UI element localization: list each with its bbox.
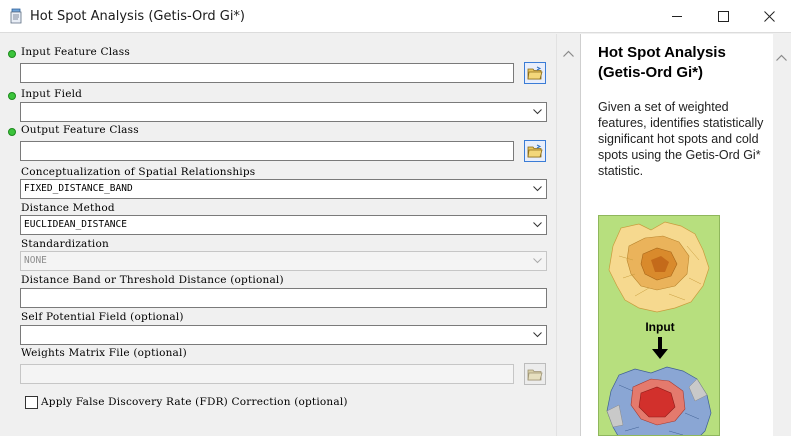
chevron-up-icon [563, 50, 574, 57]
standardization-value: NONE [24, 255, 47, 266]
minimize-button[interactable] [654, 0, 700, 33]
conceptualization-dropdown[interactable]: FIXED_DISTANCE_BAND [20, 179, 547, 199]
distance-method-dropdown[interactable]: EUCLIDEAN_DISTANCE [20, 215, 547, 235]
input-feature-class-field[interactable] [20, 63, 514, 83]
minimize-icon [671, 16, 682, 17]
open-folder-icon [527, 144, 543, 158]
distance-band-field[interactable] [20, 288, 547, 308]
output-map-image [606, 366, 712, 435]
close-button[interactable] [746, 0, 791, 33]
chevron-down-icon [533, 332, 542, 338]
open-folder-icon [527, 66, 543, 80]
chevron-up-icon [776, 54, 787, 61]
distance-method-value: EUCLIDEAN_DISTANCE [24, 219, 127, 230]
help-title: Hot Spot Analysis (Getis-Ord Gi*) [598, 44, 726, 81]
help-panel: Hot Spot Analysis (Getis-Ord Gi*) Given … [580, 34, 773, 436]
open-folder-icon [527, 369, 543, 381]
title-bar: Hot Spot Analysis (Getis-Ord Gi*) [0, 0, 791, 33]
input-map-image [608, 221, 710, 313]
window-title: Hot Spot Analysis (Getis-Ord Gi*) [30, 9, 246, 24]
parameters-panel: Input Feature Class Input Field Output F… [0, 34, 556, 436]
fdr-checkbox[interactable] [25, 396, 38, 409]
self-potential-label: Self Potential Field (optional) [21, 311, 184, 323]
parameters-scrollbar[interactable] [556, 34, 579, 436]
chevron-down-icon [533, 186, 542, 192]
output-feature-class-field[interactable] [20, 141, 514, 161]
close-icon [763, 11, 775, 22]
required-indicator [8, 50, 16, 58]
arrow-down-icon [652, 337, 668, 359]
required-indicator [8, 92, 16, 100]
distance-band-label: Distance Band or Threshold Distance (opt… [21, 274, 284, 286]
standardization-dropdown: NONE [20, 251, 547, 271]
self-potential-dropdown[interactable] [20, 325, 547, 345]
maximize-button[interactable] [700, 0, 746, 33]
chevron-down-icon [533, 258, 542, 264]
help-scrollbar[interactable] [773, 34, 791, 436]
input-field-dropdown[interactable] [20, 102, 547, 122]
maximize-icon [717, 11, 729, 22]
output-feature-class-label: Output Feature Class [21, 124, 139, 136]
conceptualization-label: Conceptualization of Spatial Relationshi… [21, 166, 256, 178]
help-description: Given a set of weighted features, identi… [598, 100, 764, 178]
input-feature-class-browse-button[interactable] [524, 62, 546, 84]
required-indicator [8, 128, 16, 136]
hot-spot-illustration: Input [598, 215, 720, 436]
weights-matrix-field [20, 364, 514, 384]
output-feature-class-browse-button[interactable] [524, 140, 546, 162]
input-field-label: Input Field [21, 88, 83, 100]
illustration-label: Input [645, 320, 675, 334]
standardization-label: Standardization [21, 238, 109, 250]
weights-matrix-browse-button [524, 363, 546, 385]
script-tool-icon [10, 8, 22, 24]
weights-matrix-label: Weights Matrix File (optional) [21, 347, 187, 359]
input-feature-class-label: Input Feature Class [21, 46, 130, 58]
distance-method-label: Distance Method [21, 202, 115, 214]
fdr-label: Apply False Discovery Rate (FDR) Correct… [41, 396, 348, 408]
chevron-down-icon [533, 222, 542, 228]
chevron-down-icon [533, 109, 542, 115]
conceptualization-value: FIXED_DISTANCE_BAND [24, 183, 133, 194]
